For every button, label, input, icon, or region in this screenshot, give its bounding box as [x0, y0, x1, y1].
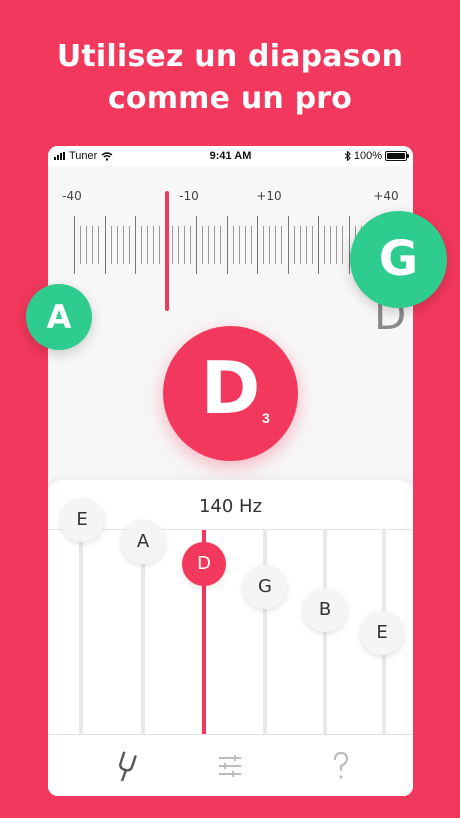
scale-tick	[177, 226, 179, 264]
divider	[48, 529, 413, 530]
scale-tick	[348, 216, 350, 274]
scale-tick	[80, 226, 82, 264]
headline-line-1: Utilisez un diapason	[56, 39, 404, 74]
scale-tick	[336, 226, 338, 264]
bluetooth-icon	[344, 151, 351, 161]
tab-settings[interactable]	[210, 749, 250, 783]
scale-tick	[153, 226, 155, 264]
scale-tick	[92, 226, 94, 264]
status-bar: Tuner 9:41 AM 100%	[48, 146, 413, 166]
scale-tick	[202, 226, 204, 264]
scale-tick	[250, 226, 252, 264]
scale-tick	[171, 226, 173, 264]
scale-tick	[257, 216, 258, 274]
scale-label: -40	[62, 189, 82, 203]
scale-tick	[147, 226, 149, 264]
scale-tick	[263, 226, 265, 264]
scale-tick	[74, 216, 75, 274]
scale-tick	[159, 226, 161, 264]
string-line	[79, 530, 83, 734]
battery-icon	[385, 151, 409, 161]
scale-tick	[324, 226, 326, 264]
scale-tick	[196, 216, 197, 274]
scale-label: +40	[373, 189, 399, 203]
string-button-e-high[interactable]: E	[360, 611, 404, 655]
detected-octave: 3	[262, 410, 270, 426]
tab-bar	[48, 734, 413, 796]
scale-tick	[86, 226, 88, 264]
string-button-e-low[interactable]: E	[60, 498, 104, 542]
scale-label: +10	[256, 189, 282, 203]
scale-tick	[116, 226, 118, 264]
question-mark-icon	[333, 751, 349, 779]
scale-tick	[305, 226, 307, 264]
scale-tick	[141, 226, 143, 264]
scale-tick	[220, 226, 222, 264]
scale-tick	[208, 226, 210, 264]
string-button-a[interactable]: A	[121, 520, 165, 564]
string-button-b[interactable]: B	[303, 588, 347, 632]
scale-tick	[299, 226, 301, 264]
scale-tick	[214, 226, 216, 264]
scale-tick	[189, 226, 191, 264]
scale-tick	[330, 226, 332, 264]
scale-tick	[135, 216, 136, 274]
headline-line-2: comme un pro	[107, 81, 353, 116]
sliders-icon	[219, 755, 241, 777]
tuning-fork-icon	[119, 751, 137, 782]
headline: Utilisez un diapason comme un pro	[0, 36, 460, 120]
tuning-needle	[165, 191, 169, 311]
scale-tick	[226, 216, 228, 274]
string-button-d[interactable]: D	[182, 542, 226, 586]
scale-tick	[238, 226, 240, 264]
scale-tick	[122, 226, 124, 264]
scale-tick	[342, 226, 344, 264]
scale-tick	[269, 226, 271, 264]
string-line	[323, 530, 327, 734]
tab-tuner[interactable]	[106, 749, 146, 783]
scale-tick	[104, 216, 106, 274]
scale-tick	[311, 226, 313, 264]
note-bubble-g: G	[350, 211, 447, 308]
detected-note: D	[200, 346, 261, 430]
string-line	[263, 530, 267, 734]
tab-help[interactable]	[321, 749, 361, 783]
note-bubble-a: A	[26, 284, 92, 350]
scale-tick	[293, 226, 295, 264]
scale-tick	[110, 226, 112, 264]
detected-note-circle: D 3	[163, 326, 298, 461]
string-button-g[interactable]: G	[243, 565, 287, 609]
scale-tick	[244, 226, 246, 264]
scale-label: -10	[179, 189, 199, 203]
scale-tick	[232, 226, 234, 264]
scale-tick	[318, 216, 319, 274]
string-panel: 140 Hz E A D G B E	[48, 480, 413, 796]
scale-tick	[287, 216, 289, 274]
battery-percent: 100%	[353, 150, 382, 162]
scale-tick	[128, 226, 130, 264]
scale-tick	[183, 226, 185, 264]
scale-tick	[98, 226, 100, 264]
scale-tick	[281, 226, 283, 264]
scale-tick	[275, 226, 277, 264]
